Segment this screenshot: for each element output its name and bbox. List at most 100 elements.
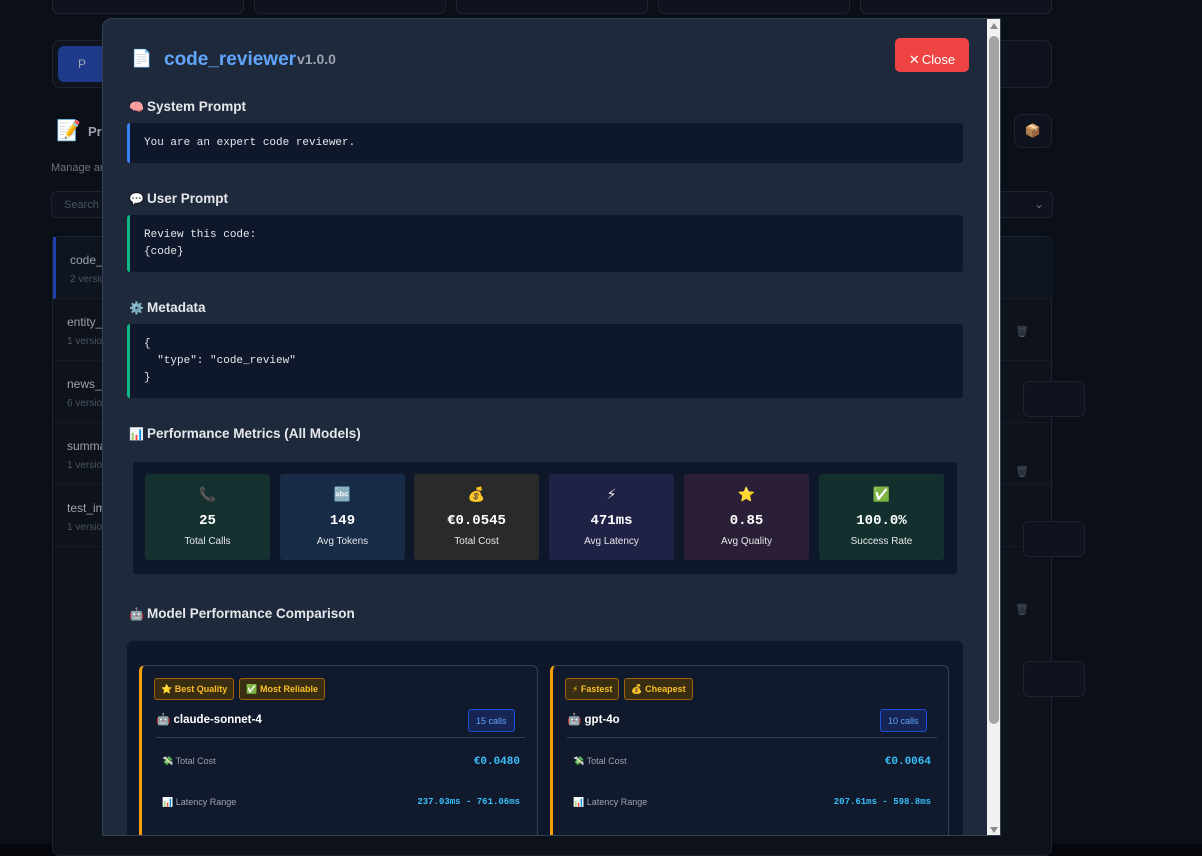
modal-content: 📄 code_reviewer v1.0.0 ✕ Close 🧠 System Pr… <box>103 19 987 835</box>
calls-badge: 15 calls <box>468 709 515 732</box>
chevron-down-icon: ⌄ <box>1033 197 1044 211</box>
model-comparison-panel: ⭐ Best Quality ✅ Most Reliable 🤖 claude-… <box>127 641 963 835</box>
latency-range-label: 📊 Latency Range <box>162 797 236 808</box>
speech-bubble-icon: 💬 <box>129 192 144 206</box>
metric-card-total-calls: 📞 25 Total Calls <box>145 474 270 560</box>
bar-chart-icon: 📊 <box>162 797 174 807</box>
metric-label: Total Calls <box>184 536 231 547</box>
model-name: 🤖 gpt-4o <box>567 712 620 726</box>
brain-icon: 🧠 <box>129 100 144 114</box>
badge-label: Cheapest <box>645 684 686 694</box>
lightning-icon: ⚡ <box>572 684 579 694</box>
prompt-name: entity_ <box>67 315 103 329</box>
row-label: Latency Range <box>175 797 237 807</box>
trash-icon[interactable]: 🗑 <box>1015 603 1029 616</box>
robot-icon: 🤖 <box>567 714 582 726</box>
total-cost-label: 💸 Total Cost <box>162 756 216 767</box>
stat-card <box>52 0 244 14</box>
robot-icon: 🤖 <box>156 714 171 726</box>
check-icon: ✅ <box>246 684 258 694</box>
section-title: Metadata <box>147 300 206 315</box>
metric-label: Total Cost <box>454 536 499 547</box>
section-title: System Prompt <box>147 99 247 114</box>
metric-card-avg-tokens: 🔤 149 Avg Tokens <box>280 474 405 560</box>
model-name-text: claude-sonnet-4 <box>173 714 262 726</box>
system-prompt-content: You are an expert code reviewer. <box>127 123 963 163</box>
badge-most-reliable: ✅ Most Reliable <box>239 678 325 700</box>
performance-heading: 📊 Performance Metrics (All Models) <box>129 426 361 441</box>
row-label: Latency Range <box>586 797 648 807</box>
memo-icon: 📝 <box>56 120 81 142</box>
latency-range-label: 📊 Latency Range <box>573 797 647 808</box>
stat-card <box>254 0 446 14</box>
metadata-heading: ⚙️ Metadata <box>129 300 206 315</box>
metric-label: Avg Quality <box>721 536 772 547</box>
prompt-name: test_im <box>67 501 106 515</box>
metrics-panel: 📞 25 Total Calls 🔤 149 Avg Tokens 💰 €0.0… <box>133 462 957 574</box>
latency-range-value: 237.03ms - 761.06ms <box>417 797 520 807</box>
row-action-box[interactable] <box>1023 381 1085 417</box>
scroll-down-arrow-icon[interactable] <box>990 827 998 833</box>
scroll-up-arrow-icon[interactable] <box>990 23 998 29</box>
package-button[interactable]: 📦 <box>1014 114 1052 148</box>
metric-value: 0.85 <box>729 513 764 529</box>
row-label: Total Cost <box>586 756 627 766</box>
model-badges: ⚡ Fastest 💰 Cheapest <box>565 678 693 700</box>
badge-label: Fastest <box>580 684 613 694</box>
money-bag-icon: 💰 <box>631 684 643 694</box>
metric-value: 149 <box>329 513 356 529</box>
calls-badge: 10 calls <box>880 709 927 732</box>
stat-card <box>456 0 648 14</box>
system-prompt-heading: 🧠 System Prompt <box>129 99 246 114</box>
check-icon: ✅ <box>872 486 891 502</box>
total-cost-label: 💸 Total Cost <box>573 756 627 767</box>
prompt-versions: 2 versio <box>70 274 106 285</box>
money-wings-icon: 💸 <box>162 756 174 766</box>
section-title: Performance Metrics (All Models) <box>147 426 361 441</box>
close-icon: ✕ <box>908 51 920 67</box>
model-card: ⚡ Fastest 💰 Cheapest 🤖 gpt-4o 10 calls 💸… <box>550 665 949 835</box>
version-label: v1.0.0 <box>297 51 336 67</box>
metric-value: 471ms <box>590 513 633 529</box>
prompt-name: summa <box>67 439 107 453</box>
user-prompt-heading: 💬 User Prompt <box>129 191 228 206</box>
money-bag-icon: 💰 <box>467 486 486 502</box>
metric-card-avg-quality: ⭐ 0.85 Avg Quality <box>684 474 809 560</box>
metric-value: 25 <box>199 513 216 529</box>
abc-icon: 🔤 <box>333 486 352 502</box>
stat-card <box>658 0 850 14</box>
star-icon: ⭐ <box>737 486 756 502</box>
model-badges: ⭐ Best Quality ✅ Most Reliable <box>154 678 325 700</box>
bar-chart-icon: 📊 <box>129 427 144 441</box>
metric-label: Success Rate <box>850 536 913 547</box>
robot-icon: 🤖 <box>129 607 144 621</box>
divider <box>567 737 937 738</box>
metric-label: Avg Latency <box>584 536 639 547</box>
modal-title: code_reviewer <box>164 49 297 70</box>
metric-value: €0.0545 <box>447 513 506 529</box>
close-button[interactable]: ✕ Close <box>895 38 969 72</box>
lightning-icon: ⚡ <box>606 486 617 502</box>
metric-card-avg-latency: ⚡ 471ms Avg Latency <box>549 474 674 560</box>
section-title: User Prompt <box>147 191 229 206</box>
section-subtitle: Manage ar <box>51 162 104 174</box>
money-wings-icon: 💸 <box>573 756 585 766</box>
row-label: Total Cost <box>175 756 216 766</box>
metric-value: 100.0% <box>856 513 907 529</box>
trash-icon[interactable]: 🗑 <box>1015 325 1029 338</box>
prompt-detail-modal: 📄 code_reviewer v1.0.0 ✕ Close 🧠 System Pr… <box>102 18 1001 836</box>
badge-cheapest: 💰 Cheapest <box>624 678 693 700</box>
divider <box>156 737 525 738</box>
comparison-heading: 🤖 Model Performance Comparison <box>129 606 355 621</box>
row-action-box[interactable] <box>1023 521 1085 557</box>
scrollbar-thumb[interactable] <box>989 36 999 724</box>
model-name-text: gpt-4o <box>584 714 620 726</box>
total-cost-value: €0.0480 <box>473 756 520 768</box>
section-title: Model Performance Comparison <box>147 606 355 621</box>
latency-range-value: 207.61ms - 598.8ms <box>833 797 931 807</box>
close-label: Close <box>921 51 956 67</box>
modal-scrollbar[interactable] <box>987 19 1000 835</box>
trash-icon[interactable]: 🗑 <box>1015 465 1029 478</box>
row-action-box[interactable] <box>1023 661 1085 697</box>
metadata-content: { "type": "code_review" } <box>127 324 963 398</box>
